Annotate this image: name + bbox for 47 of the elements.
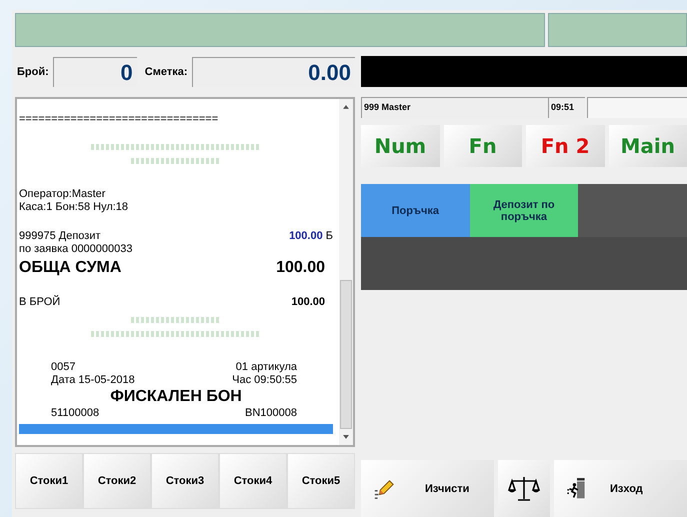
function-tile[interactable] (578, 184, 687, 237)
goods-button[interactable]: Стоки4 (219, 453, 287, 509)
total-amount: 100.00 (276, 258, 326, 278)
total-label: ОБЩА СУМА (19, 258, 122, 278)
tax-group: Б (326, 230, 333, 242)
bill-label: Сметка: (144, 66, 189, 78)
function-tile[interactable]: Депозит по поръчка (470, 184, 578, 237)
function-tile[interactable] (578, 237, 687, 290)
count-label: Брой: (16, 66, 50, 78)
goods-button[interactable]: Стоки2 (83, 453, 151, 509)
exit-button[interactable]: Изход (554, 460, 687, 517)
mode-tab[interactable]: Main (608, 125, 687, 167)
goods-button[interactable]: Стоки5 (287, 453, 355, 509)
receipt-line: BN100008 (245, 407, 297, 420)
receipt-line: Оператор:Master (19, 188, 106, 201)
item-name: 999975 Депозит (19, 230, 101, 243)
goods-button[interactable]: Стоки3 (151, 453, 219, 509)
receipt-line: по заявка 0000000033 (19, 243, 134, 256)
payment-label: В БРОЙ (19, 296, 60, 309)
time-field: 09:51 (548, 97, 585, 118)
scroll-up-icon[interactable] (343, 105, 349, 109)
receipt-separator: =============================== (19, 113, 220, 126)
receipt-title: ФИСКАЛЕН БОН (109, 387, 243, 407)
scale-button[interactable] (498, 460, 550, 517)
mode-tab[interactable]: Num (361, 125, 440, 167)
input-field[interactable] (587, 97, 687, 118)
receipt-line: Дата 15-05-2018 (51, 374, 135, 387)
bill-field: 0.00 (192, 57, 355, 87)
mode-tab[interactable]: Fn (444, 125, 522, 167)
count-field: 0 (52, 57, 137, 87)
clear-button[interactable]: Изчисти (361, 460, 494, 517)
scale-icon (508, 474, 540, 502)
mode-tab[interactable]: Fn 2 (526, 125, 604, 167)
goods-button[interactable]: Стоки1 (15, 453, 83, 509)
item-price: 100.00 (289, 230, 323, 242)
receipt-line: 51100008 (51, 407, 100, 420)
pencil-icon (373, 478, 395, 500)
operator-field: 999 Master (361, 97, 548, 118)
receipt-line: Час 09:50:55 (232, 374, 297, 387)
receipt-line: 01 артикула (236, 361, 297, 374)
receipt-line: Каса:1 Бон:58 Нул:18 (19, 201, 130, 214)
scrollbar[interactable] (339, 99, 353, 445)
payment-amount: 100.00 (291, 296, 326, 309)
function-tile[interactable]: Поръчка (361, 184, 470, 237)
scroll-down-icon[interactable] (343, 435, 349, 439)
function-tile[interactable] (361, 237, 470, 290)
receipt-line: 0057 (51, 361, 76, 374)
